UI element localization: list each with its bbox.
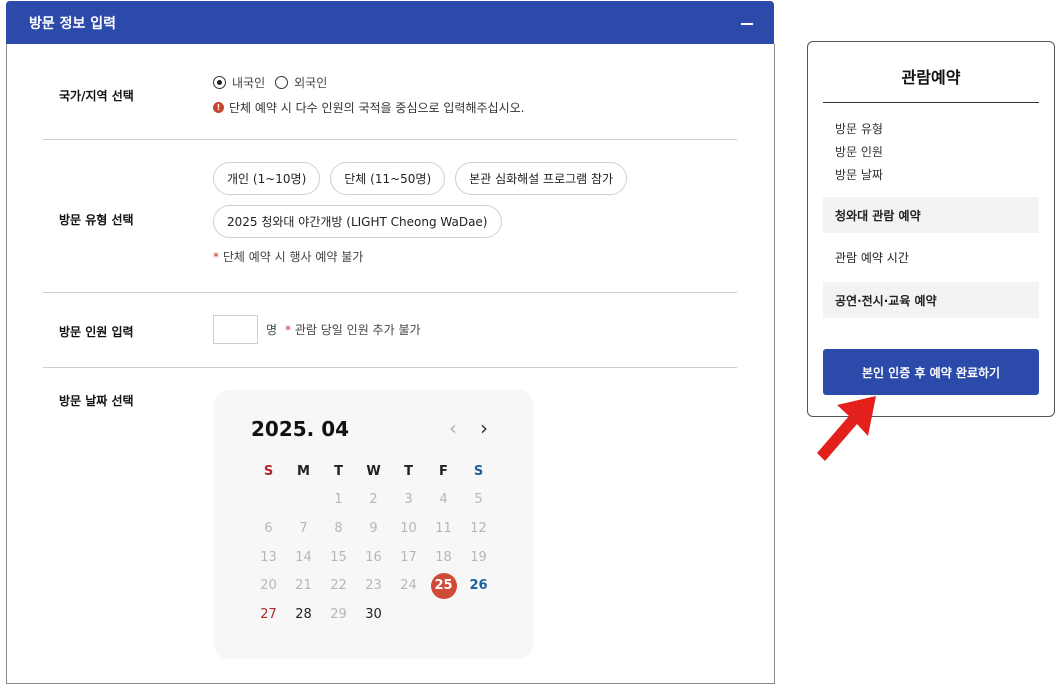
summary-visit-type: 방문 유형 xyxy=(835,122,883,136)
chip-individual[interactable]: 개인 (1~10명) xyxy=(213,162,321,195)
calendar-week: 20 21 22 23 24 25 26 xyxy=(251,571,496,600)
calendar-day-disabled: 22 xyxy=(330,578,347,594)
calendar-day-disabled: 9 xyxy=(369,520,378,536)
sidebar-item-event-reservation[interactable]: 공연·전시·교육 예약 xyxy=(823,282,1039,318)
calendar-week: 27 28 29 30 xyxy=(251,600,496,629)
required-star: * xyxy=(285,323,292,337)
visit-date-label: 방문 날짜 선택 xyxy=(59,394,134,408)
calendar-day-disabled: 18 xyxy=(435,549,452,565)
calendar-day-disabled: 29 xyxy=(330,606,347,622)
calendar-day-disabled: 11 xyxy=(435,520,452,536)
calendar-day-disabled: 24 xyxy=(400,578,417,594)
calendar-grid: S M T W T F S 1 2 3 4 5 6 7 8 9 10 11 12… xyxy=(251,457,496,629)
panel-title: 방문 정보 입력 xyxy=(29,15,117,32)
radio-domestic-button[interactable] xyxy=(213,76,226,89)
calendar-week: 6 7 8 9 10 11 12 xyxy=(251,514,496,543)
country-notice-text: 단체 예약 시 다수 인원의 국적을 중심으로 입력해주십시오. xyxy=(229,101,525,115)
chevron-right-icon[interactable]: › xyxy=(480,418,488,438)
calendar-day-disabled: 2 xyxy=(369,492,378,508)
chip-group[interactable]: 단체 (11~50명) xyxy=(330,162,446,195)
visitor-count-input[interactable] xyxy=(213,315,258,344)
calendar-day-disabled: 3 xyxy=(404,492,413,508)
visit-type-row: 방문 유형 선택 개인 (1~10명) 단체 (11~50명) 본관 심화해설 … xyxy=(43,140,737,293)
visitor-count-note: 관람 당일 인원 추가 불가 xyxy=(294,323,421,337)
radio-domestic[interactable]: 내국인 xyxy=(213,74,265,91)
calendar-day-disabled: 15 xyxy=(330,549,347,565)
calendar-day-disabled: 7 xyxy=(299,520,308,536)
calendar-day-disabled: 5 xyxy=(474,492,483,508)
country-row: 국가/지역 선택 내국인 외국인 ! 단체 예약 시 다수 인원의 국적을 중심… xyxy=(43,44,737,140)
calendar-day-disabled: 12 xyxy=(470,520,487,536)
calendar-day[interactable]: 28 xyxy=(286,607,321,622)
summary-divider xyxy=(823,102,1039,103)
summary-info: 방문 유형 방문 인원 방문 날짜 xyxy=(835,118,883,187)
calendar-day[interactable]: 27 xyxy=(251,607,286,622)
calendar-day-disabled: 17 xyxy=(400,549,417,565)
weekday-sat: S xyxy=(473,463,484,479)
calendar-day-disabled: 1 xyxy=(334,492,343,508)
weekday-wed: W xyxy=(366,463,381,479)
weekday-mon: M xyxy=(297,463,310,479)
visit-type-note: * 단체 예약 시 행사 예약 불가 xyxy=(213,248,733,265)
visitor-count-label: 방문 인원 입력 xyxy=(59,325,134,339)
weekday-tue: T xyxy=(334,463,343,479)
reservation-summary: 관람예약 방문 유형 방문 인원 방문 날짜 청와대 관람 예약 관람 예약 시… xyxy=(807,41,1055,417)
country-notice: ! 단체 예약 시 다수 인원의 국적을 중심으로 입력해주십시오. xyxy=(213,99,524,116)
calendar-day-disabled: 8 xyxy=(334,520,343,536)
red-arrow-icon xyxy=(817,396,876,461)
calendar-day-disabled: 4 xyxy=(439,492,448,508)
calendar-day-disabled: 21 xyxy=(295,578,312,594)
required-star: * xyxy=(213,250,219,264)
visit-type-note-text: 단체 예약 시 행사 예약 불가 xyxy=(222,250,364,264)
summary-visit-date: 방문 날짜 xyxy=(835,168,883,182)
calendar-day[interactable]: 30 xyxy=(356,607,391,622)
visitor-count-row: 방문 인원 입력 명 * 관람 당일 인원 추가 불가 xyxy=(43,293,737,368)
sidebar-item-tour-reservation[interactable]: 청와대 관람 예약 xyxy=(823,197,1039,233)
info-icon: ! xyxy=(213,102,224,113)
calendar-day-disabled: 14 xyxy=(295,549,312,565)
calendar-day-disabled: 23 xyxy=(365,578,382,594)
calendar-day-disabled: 13 xyxy=(260,549,277,565)
minus-icon[interactable] xyxy=(740,16,754,30)
calendar-day-selected[interactable]: 25 xyxy=(426,572,461,599)
calendar-weekday-row: S M T W T F S xyxy=(251,457,496,486)
radio-foreign-button[interactable] xyxy=(275,76,289,89)
radio-foreign[interactable]: 외국인 xyxy=(275,74,327,91)
calendar-week: 13 14 15 16 17 18 19 xyxy=(251,543,496,572)
calendar-day-disabled: 6 xyxy=(264,520,273,536)
calendar-month-title: 2025. 04 xyxy=(251,417,350,441)
calendar: 2025. 04 ‹ › S M T W T F S 1 2 3 4 5 6 7… xyxy=(214,390,533,659)
radio-domestic-label: 내국인 xyxy=(232,76,266,90)
complete-reservation-button[interactable]: 본인 인증 후 예약 완료하기 xyxy=(823,349,1039,395)
calendar-week: 1 2 3 4 5 xyxy=(251,486,496,515)
calendar-day-disabled: 20 xyxy=(260,578,277,594)
chip-deep-tour[interactable]: 본관 심화해설 프로그램 참가 xyxy=(455,162,628,195)
visit-form: 국가/지역 선택 내국인 외국인 ! 단체 예약 시 다수 인원의 국적을 중심… xyxy=(6,44,775,684)
panel-header: 방문 정보 입력 xyxy=(6,1,774,44)
summary-title: 관람예약 xyxy=(901,68,961,87)
calendar-day-disabled: 10 xyxy=(400,520,417,536)
country-radio-group: 내국인 외국인 xyxy=(213,74,524,91)
calendar-day[interactable]: 26 xyxy=(461,578,496,593)
weekday-fri: F xyxy=(439,463,448,479)
summary-visitors: 방문 인원 xyxy=(835,145,883,159)
weekday-thu: T xyxy=(404,463,413,479)
chip-night-opening[interactable]: 2025 청와대 야간개방 (LIGHT Cheong WaDae) xyxy=(213,205,502,238)
calendar-day-disabled: 19 xyxy=(470,549,487,565)
sidebar-item-tour-time[interactable]: 관람 예약 시간 xyxy=(823,239,1039,275)
visit-type-label: 방문 유형 선택 xyxy=(59,213,134,227)
weekday-sun: S xyxy=(263,463,274,479)
visitor-unit: 명 xyxy=(266,323,278,337)
calendar-day-disabled: 16 xyxy=(365,549,382,565)
chevron-left-icon[interactable]: ‹ xyxy=(449,418,457,438)
country-label: 국가/지역 선택 xyxy=(59,89,134,103)
radio-foreign-label: 외국인 xyxy=(294,76,328,90)
